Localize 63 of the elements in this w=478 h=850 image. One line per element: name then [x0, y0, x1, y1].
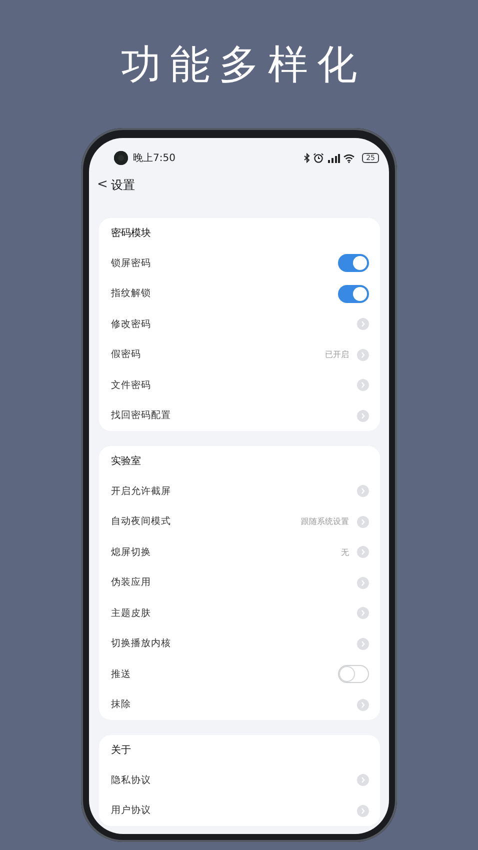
headline: 功能多样化 [120, 41, 366, 90]
settings-row[interactable]: 伪装应用 [111, 568, 369, 598]
chevron-icon [357, 576, 369, 589]
wifi-icon [343, 154, 356, 162]
section-title: 实验室 [111, 454, 141, 468]
chevron-icon [357, 516, 369, 528]
settings-row[interactable]: 假密码 已开启 [111, 340, 369, 370]
row-label: 文件密码 [111, 378, 151, 392]
row-label: 抹除 [111, 698, 131, 712]
settings-row[interactable]: 找回密码配置 [111, 400, 369, 431]
settings-row[interactable]: 用户协议 [111, 796, 369, 826]
row-value: 无 [341, 546, 349, 558]
chevron-icon [357, 698, 369, 711]
settings-row[interactable]: 自动夜间模式 跟随系统设置 [111, 506, 369, 537]
chevron-icon [357, 410, 369, 422]
chevron-icon [357, 804, 369, 817]
toggle-switch[interactable] [338, 254, 369, 272]
chevron-icon [357, 774, 369, 786]
settings-row[interactable]: 开启允许截屏 [111, 476, 369, 506]
status-time: 晚上7:50 [133, 152, 176, 165]
row-label: 主题皮肤 [111, 606, 151, 620]
bluetooth-icon [304, 153, 310, 163]
alarm-icon [313, 153, 324, 163]
settings-row[interactable]: 主题皮肤 [111, 598, 369, 628]
settings-row[interactable]: 修改密码 [111, 309, 369, 340]
chevron-icon [357, 607, 369, 620]
chevron-icon [357, 379, 369, 392]
section-title: 关于 [111, 744, 131, 757]
chevron-icon [357, 318, 369, 330]
chevron-icon [357, 485, 369, 498]
settings-row[interactable]: 切换播放内核 [111, 628, 369, 659]
toggle-switch[interactable] [338, 665, 369, 684]
settings-row[interactable]: 推送 [111, 659, 369, 690]
row-label: 指纹解锁 [111, 287, 151, 300]
page-title: 设置 [110, 176, 135, 194]
chevron-icon [357, 348, 369, 361]
row-label: 熄屏切换 [111, 546, 151, 559]
row-label: 开启允许截屏 [111, 484, 171, 498]
back-button[interactable]: < [94, 178, 111, 192]
row-label: 伪装应用 [111, 576, 151, 590]
avatar-icon [114, 151, 128, 165]
row-label: 假密码 [111, 348, 141, 362]
row-label: 推送 [111, 668, 131, 681]
signal-icon [327, 154, 340, 162]
row-label: 用户协议 [111, 804, 151, 818]
settings-row[interactable]: 指纹解锁 [111, 278, 369, 309]
settings-row[interactable]: 锁屏密码 [111, 248, 369, 278]
chevron-icon [357, 546, 369, 558]
row-label: 切换播放内核 [111, 637, 171, 650]
row-label: 隐私协议 [111, 774, 151, 787]
row-label: 修改密码 [111, 318, 151, 331]
row-value: 跟随系统设置 [301, 516, 349, 528]
chevron-icon [357, 638, 369, 650]
row-label: 自动夜间模式 [111, 515, 171, 528]
row-label: 锁屏密码 [111, 256, 151, 270]
settings-row[interactable]: 抹除 [111, 690, 369, 720]
section-title: 密码模块 [111, 226, 151, 240]
settings-row[interactable]: 隐私协议 [111, 765, 369, 796]
settings-row[interactable]: 文件密码 [111, 370, 369, 400]
settings-row[interactable]: 熄屏切换 无 [111, 537, 369, 568]
row-value: 已开启 [325, 349, 349, 360]
row-label: 找回密码配置 [111, 409, 171, 422]
toggle-switch[interactable] [338, 284, 369, 303]
